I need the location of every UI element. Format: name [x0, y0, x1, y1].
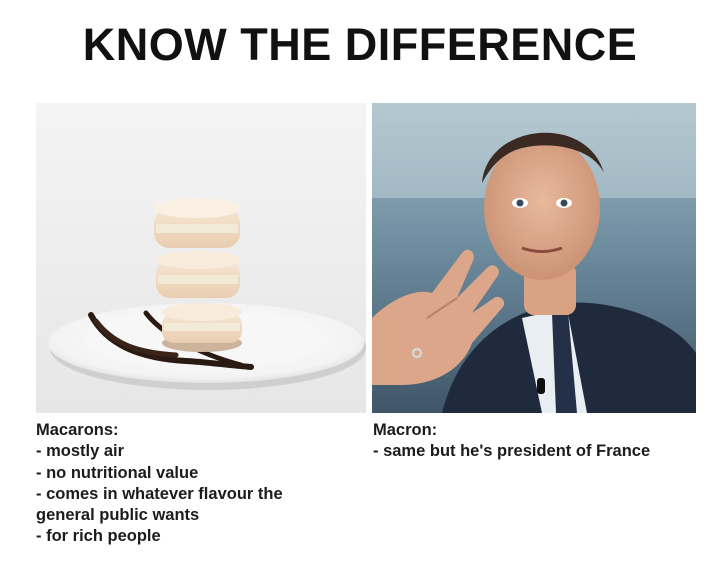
meme-title: KNOW THE DIFFERENCE: [82, 19, 638, 70]
macaron-top: [154, 198, 240, 248]
macaron-middle: [156, 251, 240, 298]
macaron-bottom: [162, 303, 242, 352]
macarons-photo: [36, 103, 366, 413]
macron-line: - same but he's president of France: [373, 442, 651, 461]
macarons-line: - for rich people: [36, 527, 161, 546]
macron-caption: Macron: - same but he's president of Fra…: [373, 420, 703, 463]
macarons-line: general public wants: [36, 506, 200, 525]
macarons-line: - comes in whatever flavour the: [36, 484, 283, 503]
macarons-caption: Macarons: - mostly air - no nutritional …: [36, 420, 356, 548]
macarons-line: - mostly air: [36, 442, 125, 461]
lapel-mic: [537, 378, 545, 394]
macarons-line: - no nutritional value: [36, 463, 199, 482]
macron-heading: Macron:: [373, 421, 438, 439]
macron-photo: [372, 103, 696, 413]
macarons-heading: Macarons:: [36, 421, 119, 439]
